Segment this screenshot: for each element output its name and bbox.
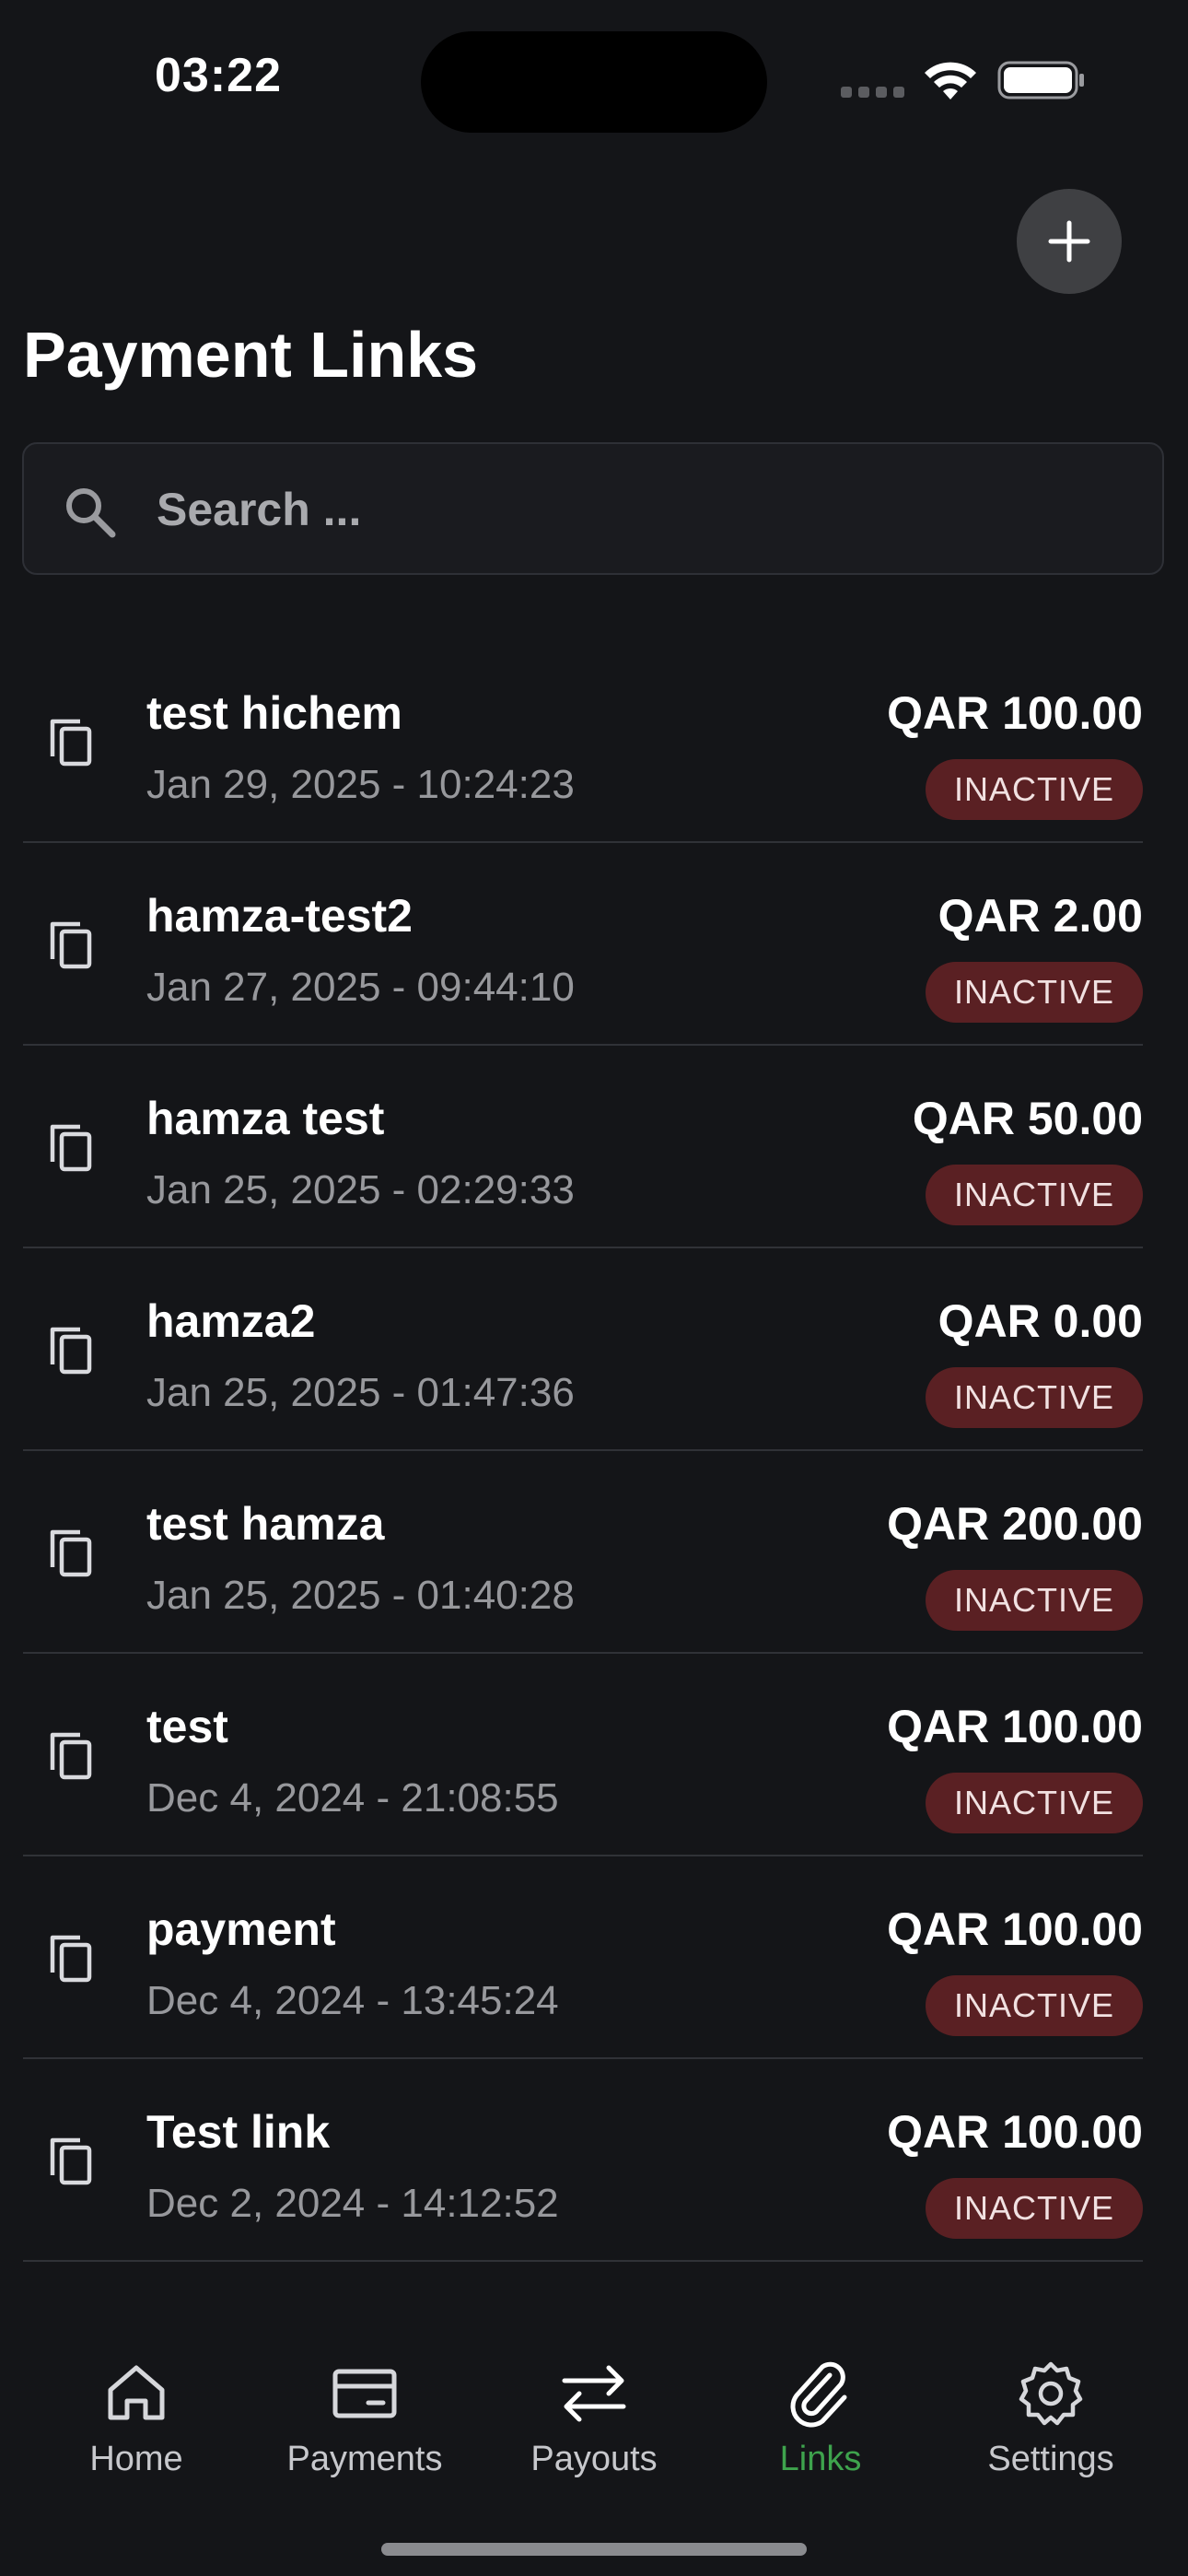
link-name: hamza test — [146, 1093, 385, 1144]
tab-settings[interactable]: Settings — [940, 2322, 1161, 2488]
tab-label-links: Links — [779, 2440, 862, 2478]
link-date: Jan 29, 2025 - 10:24:23 — [146, 762, 575, 807]
search-input[interactable] — [155, 444, 1135, 575]
list-item[interactable]: test Dec 4, 2024 - 21:08:55 QAR 100.00 I… — [23, 1654, 1143, 1856]
copy-icon[interactable] — [45, 1322, 100, 1377]
plus-icon — [1048, 220, 1090, 263]
link-date: Jan 27, 2025 - 09:44:10 — [146, 965, 575, 1010]
paperclip-icon — [790, 2361, 847, 2428]
link-date: Jan 25, 2025 - 01:47:36 — [146, 1370, 575, 1415]
search-icon — [66, 488, 116, 538]
status-badge: INACTIVE — [926, 1367, 1143, 1428]
list-item[interactable]: test hichem Jan 29, 2025 - 10:24:23 QAR … — [23, 640, 1143, 843]
status-badge: INACTIVE — [926, 1773, 1143, 1833]
home-indicator — [381, 2543, 807, 2556]
tab-label-settings: Settings — [987, 2440, 1114, 2478]
link-date: Jan 25, 2025 - 02:29:33 — [146, 1167, 575, 1212]
transfer-icon — [562, 2365, 626, 2422]
link-name: hamza2 — [146, 1295, 316, 1347]
link-amount: QAR 200.00 — [887, 1498, 1143, 1550]
home-icon — [108, 2365, 165, 2420]
dynamic-island — [421, 31, 767, 133]
copy-icon[interactable] — [45, 1119, 100, 1175]
link-name: test — [146, 1701, 228, 1752]
status-badge: INACTIVE — [926, 759, 1143, 820]
tab-home[interactable]: Home — [26, 2322, 247, 2488]
list-item[interactable]: hamza-test2 Jan 27, 2025 - 09:44:10 QAR … — [23, 843, 1143, 1046]
copy-icon[interactable] — [45, 1525, 100, 1580]
link-amount: QAR 100.00 — [887, 1903, 1143, 1955]
tab-links[interactable]: Links — [710, 2322, 931, 2488]
copy-icon[interactable] — [45, 1930, 100, 1985]
link-amount: QAR 0.00 — [938, 1295, 1143, 1347]
list-item[interactable]: Test link Dec 2, 2024 - 14:12:52 QAR 100… — [23, 2059, 1143, 2262]
status-badge: INACTIVE — [926, 1975, 1143, 2036]
copy-icon[interactable] — [45, 1727, 100, 1783]
status-badge: INACTIVE — [926, 1570, 1143, 1631]
search-box[interactable] — [22, 442, 1164, 575]
link-name: hamza-test2 — [146, 890, 413, 942]
tab-payments[interactable]: Payments — [254, 2322, 475, 2488]
tab-label-home: Home — [89, 2440, 183, 2478]
link-date: Dec 4, 2024 - 13:45:24 — [146, 1978, 559, 2023]
link-amount: QAR 2.00 — [938, 890, 1143, 942]
status-badge: INACTIVE — [926, 962, 1143, 1023]
copy-icon[interactable] — [45, 917, 100, 972]
tab-label-payouts: Payouts — [530, 2440, 658, 2478]
tab-label-payments: Payments — [286, 2440, 443, 2478]
link-name: test hichem — [146, 687, 402, 739]
list-item[interactable]: payment Dec 4, 2024 - 13:45:24 QAR 100.0… — [23, 1856, 1143, 2059]
tab-payouts[interactable]: Payouts — [483, 2322, 705, 2488]
copy-icon[interactable] — [45, 2133, 100, 2188]
list-item[interactable]: hamza test Jan 25, 2025 - 02:29:33 QAR 5… — [23, 1046, 1143, 1248]
status-badge: INACTIVE — [926, 1165, 1143, 1225]
page-title: Payment Links — [23, 319, 479, 391]
wifi-icon — [925, 62, 976, 100]
link-amount: QAR 50.00 — [912, 1093, 1143, 1144]
link-date: Dec 2, 2024 - 14:12:52 — [146, 2181, 559, 2226]
battery-icon — [997, 61, 1084, 100]
link-amount: QAR 100.00 — [887, 1701, 1143, 1752]
bottom-tab-bar: Home Payments Payouts Links Settings — [0, 2322, 1188, 2488]
card-icon — [332, 2369, 397, 2418]
link-amount: QAR 100.00 — [887, 2106, 1143, 2158]
link-name: payment — [146, 1903, 336, 1955]
status-time: 03:22 — [155, 49, 282, 102]
link-name: Test link — [146, 2106, 331, 2158]
status-badge: INACTIVE — [926, 2178, 1143, 2239]
copy-icon[interactable] — [45, 714, 100, 769]
link-amount: QAR 100.00 — [887, 687, 1143, 739]
list-item[interactable]: test hamza Jan 25, 2025 - 01:40:28 QAR 2… — [23, 1451, 1143, 1654]
link-name: test hamza — [146, 1498, 385, 1550]
add-link-button[interactable] — [1017, 189, 1122, 294]
link-date: Jan 25, 2025 - 01:40:28 — [146, 1573, 575, 1618]
signal-icon — [841, 87, 904, 98]
list-item[interactable]: hamza2 Jan 25, 2025 - 01:47:36 QAR 0.00 … — [23, 1248, 1143, 1451]
links-list: test hichem Jan 29, 2025 - 10:24:23 QAR … — [23, 640, 1143, 2262]
link-date: Dec 4, 2024 - 21:08:55 — [146, 1775, 559, 1821]
gear-icon — [1019, 2361, 1083, 2426]
